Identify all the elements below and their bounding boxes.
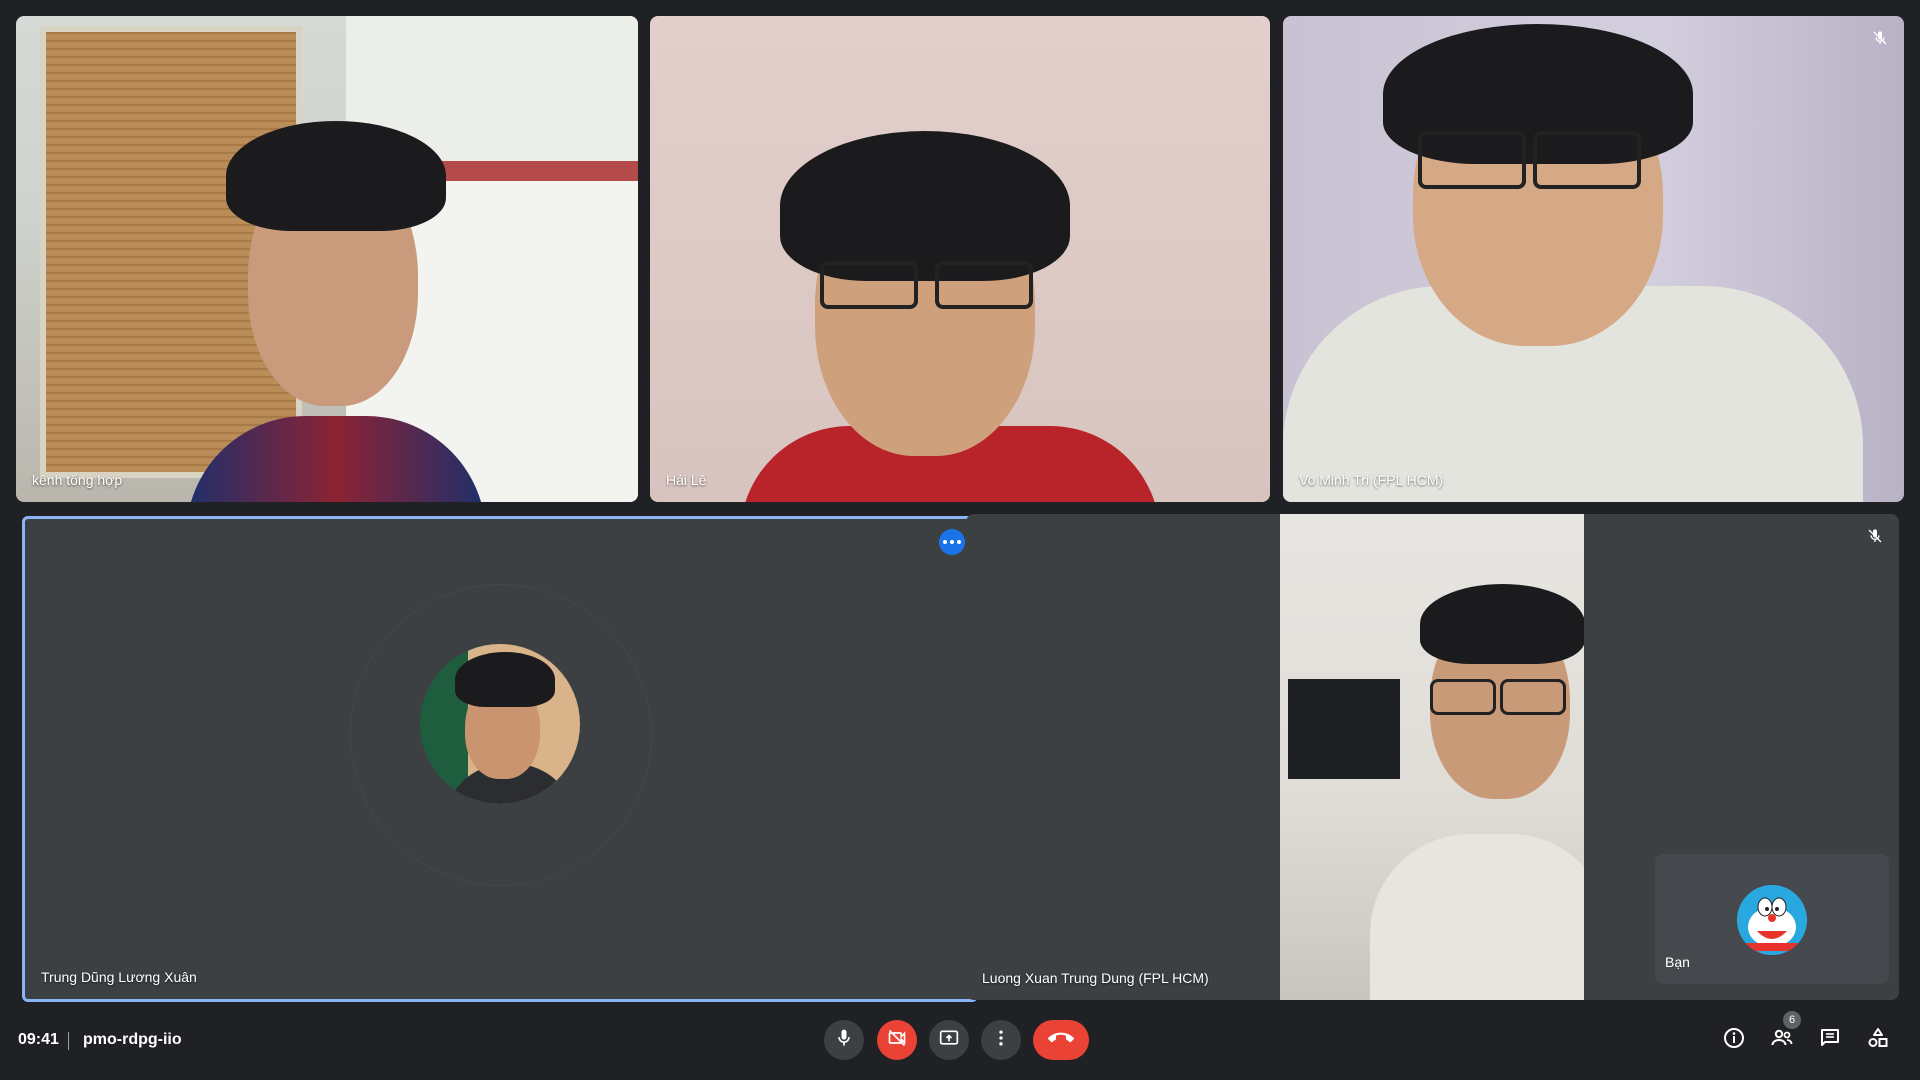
muted-mic-icon [1863,524,1887,548]
participant-name: Trung Dũng Lương Xuân [41,969,197,985]
camera-toggle-button[interactable] [877,1020,917,1060]
camera-feed [16,16,638,502]
present-screen-icon [939,1028,959,1053]
self-name: Bạn [1665,954,1690,970]
participant-tile[interactable]: kênh tổng hợp [16,16,638,502]
leave-call-button[interactable] [1033,1020,1089,1060]
mic-icon [834,1028,854,1053]
meeting-info-icon [1722,1026,1746,1055]
chat-icon [1818,1026,1842,1055]
chat-button[interactable] [1812,1022,1848,1058]
mic-button[interactable] [824,1020,864,1060]
divider [68,1032,69,1050]
meeting-time: 09:41 [18,1031,59,1048]
activities-button[interactable] [1860,1022,1896,1058]
participant-tile[interactable]: Luong Xuan Trung Dung (FPL HCM) Bạn [966,514,1899,1000]
participant-tile[interactable]: Vo Minh Tri (FPL HCM) [1283,16,1904,502]
leave-call-icon [1048,1025,1074,1056]
camera-feed [650,16,1270,502]
camera-off-icon [887,1028,907,1053]
bottom-bar: 09:41 pmo-rdpg-iio 6 [0,1000,1920,1080]
meeting-code: pmo-rdpg-iio [83,1031,182,1048]
participant-name: Luong Xuan Trung Dung (FPL HCM) [982,970,1209,986]
participant-tile[interactable]: Hải Lê [650,16,1270,502]
participant-name: Vo Minh Tri (FPL HCM) [1299,472,1444,488]
self-view-tile[interactable]: Bạn [1655,854,1889,984]
meeting-info-button[interactable] [1716,1022,1752,1058]
activities-icon [1866,1026,1890,1055]
camera-feed [1280,514,1584,1000]
participant-tile-active[interactable]: Trung Dũng Lương Xuân [22,516,978,1002]
self-avatar [1737,885,1807,955]
more-options-icon [991,1028,1011,1053]
people-icon [1770,1026,1794,1055]
muted-mic-icon [1868,26,1892,50]
more-options-button[interactable] [939,529,965,555]
more-options-button[interactable] [981,1020,1021,1060]
present-screen-button[interactable] [929,1020,969,1060]
participant-name: kênh tổng hợp [32,472,123,488]
participant-name: Hải Lê [666,472,707,488]
camera-feed [1283,16,1904,502]
avatar [420,644,580,804]
people-count-badge: 6 [1783,1011,1801,1029]
